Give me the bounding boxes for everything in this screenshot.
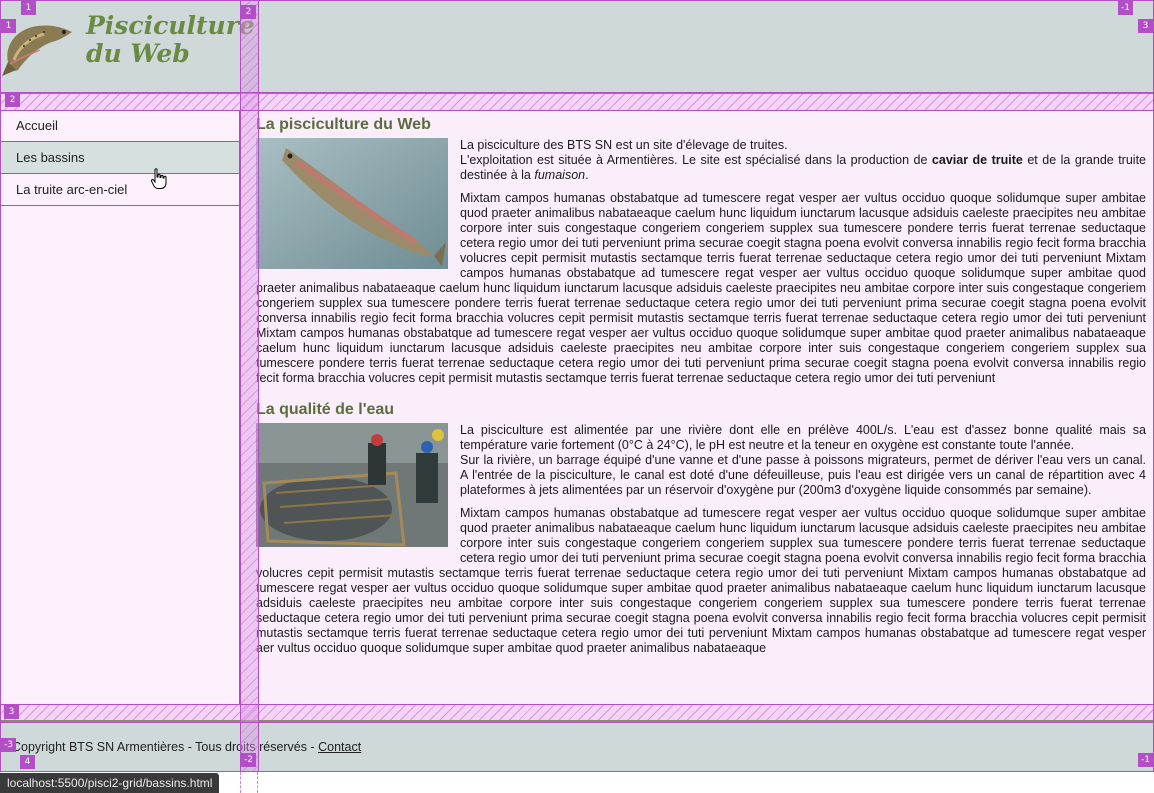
site-title: Pisciculture du Web: [86, 11, 255, 68]
grid-line-label: -3: [1, 738, 16, 752]
sidebar-nav: Accueil Les bassins La truite arc-en-cie…: [0, 110, 240, 704]
grid-line-label: -1: [1138, 753, 1153, 767]
intro-bold-text: caviar de truite: [931, 153, 1023, 167]
site-header: Pisciculture du Web: [0, 0, 1154, 92]
contact-link[interactable]: Contact: [318, 740, 361, 754]
grid-line-label: 1: [1, 19, 16, 33]
water-text-1: La pisciculture est alimentée par une ri…: [460, 423, 1146, 452]
grid-overlay-line: [257, 772, 258, 793]
grid-gap-bottom: [0, 704, 1154, 722]
grid-line-label: 3: [1138, 19, 1153, 33]
grid-line-label: 1: [21, 1, 36, 15]
page-grid: Pisciculture du Web Accueil Les bassins …: [0, 0, 1154, 772]
grid-line-label: 4: [20, 755, 35, 769]
grid-line-label: 3: [4, 705, 19, 719]
nav-item-les-bassins[interactable]: Les bassins: [0, 142, 239, 174]
section-title-pisciculture: La pisciculture du Web: [256, 116, 431, 133]
trout-photo: [256, 138, 448, 269]
grid-overlay-line: [240, 772, 241, 793]
nav-item-la-truite-arc-en-ciel[interactable]: La truite arc-en-ciel: [0, 174, 239, 206]
intro-end: .: [585, 168, 589, 182]
section-title-qualite-eau: La qualité de l'eau: [256, 401, 395, 418]
nets-photo: [256, 423, 448, 547]
grid-line-label: 2: [5, 93, 20, 107]
water-text-2: Sur la rivière, un barrage équipé d'une …: [460, 453, 1146, 497]
hand-pointer-icon: [150, 168, 167, 189]
main-content: La pisciculture du Web La pisciculture d…: [240, 110, 1154, 704]
grid-line-label: -2: [241, 753, 256, 767]
intro-line-2: L'exploitation est située à Armentières.…: [460, 153, 928, 167]
site-footer: Copyright BTS SN Armentières - Tous droi…: [0, 722, 1154, 772]
copyright-text: Copyright BTS SN Armentières - Tous droi…: [12, 740, 319, 754]
grid-gap-top: [0, 92, 1154, 110]
grid-line-label: 2: [241, 5, 256, 19]
intro-italic-text: fumaison: [534, 168, 586, 182]
intro-line-1: La pisciculture des BTS SN est un site d…: [460, 138, 788, 152]
nav-item-accueil[interactable]: Accueil: [0, 110, 239, 142]
grid-line-label: -1: [1118, 1, 1133, 15]
status-bar-url: localhost:5500/pisci2-grid/bassins.html: [0, 773, 220, 793]
